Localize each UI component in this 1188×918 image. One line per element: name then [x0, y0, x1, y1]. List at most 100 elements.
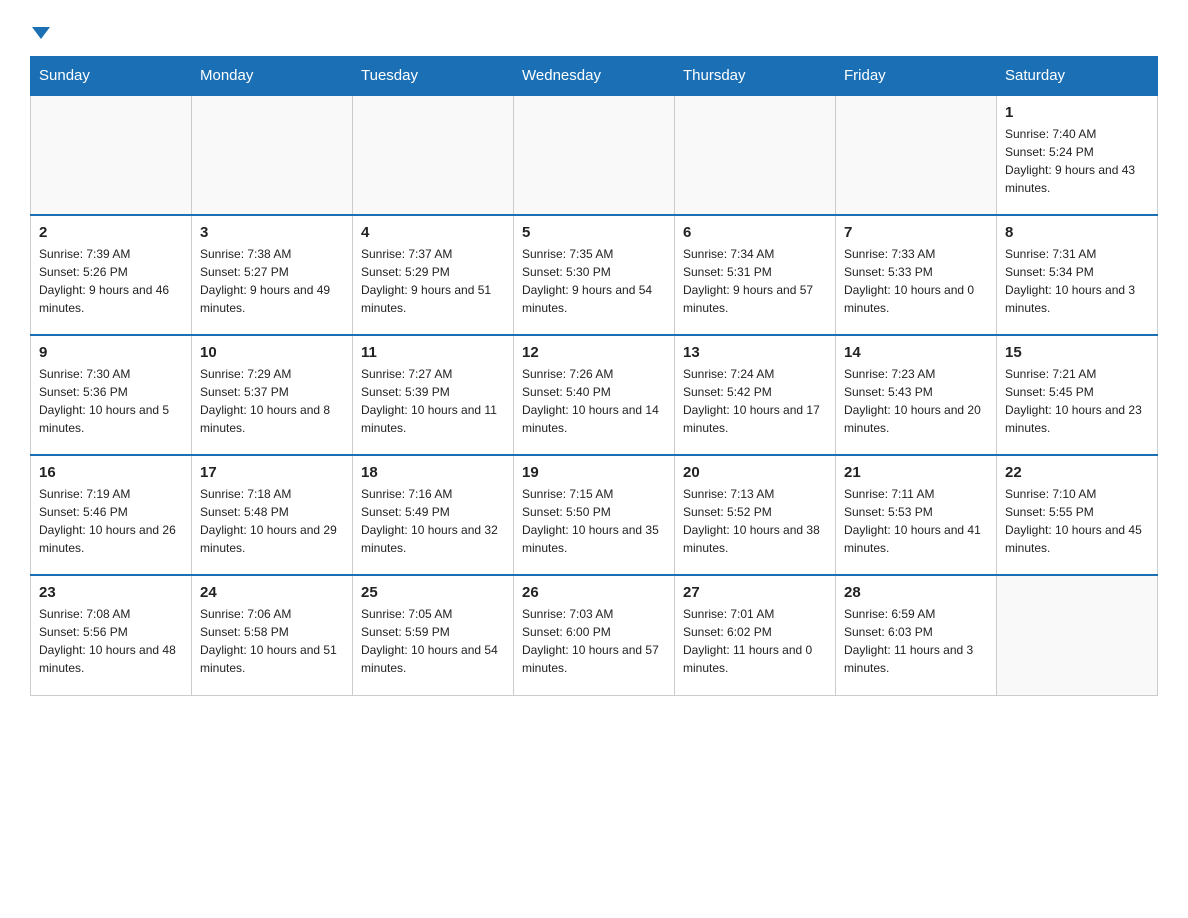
day-info: Sunrise: 7:26 AM Sunset: 5:40 PM Dayligh… — [522, 365, 666, 437]
day-number: 4 — [361, 224, 505, 241]
day-number: 12 — [522, 344, 666, 361]
calendar-header-thursday: Thursday — [675, 57, 836, 96]
day-number: 18 — [361, 464, 505, 481]
day-info: Sunrise: 7:31 AM Sunset: 5:34 PM Dayligh… — [1005, 245, 1149, 317]
calendar-week-row: 16 Sunrise: 7:19 AM Sunset: 5:46 PM Dayli… — [31, 455, 1158, 575]
day-number: 22 — [1005, 464, 1149, 481]
calendar-cell: 24Sunrise: 7:06 AM Sunset: 5:58 PM Dayli… — [192, 575, 353, 695]
calendar-header-row: SundayMondayTuesdayWednesdayThursdayFrid… — [31, 57, 1158, 96]
calendar-cell: 4 Sunrise: 7:37 AM Sunset: 5:29 PM Daylig… — [353, 215, 514, 335]
day-number: 23 — [39, 584, 183, 601]
logo — [30, 20, 50, 46]
day-info: Sunrise: 7:18 AM Sunset: 5:48 PM Dayligh… — [200, 485, 344, 557]
calendar-cell: 12 Sunrise: 7:26 AM Sunset: 5:40 PM Dayli… — [514, 335, 675, 455]
calendar-cell: 16 Sunrise: 7:19 AM Sunset: 5:46 PM Dayli… — [31, 455, 192, 575]
calendar-cell: 19 Sunrise: 7:15 AM Sunset: 5:50 PM Dayli… — [514, 455, 675, 575]
calendar-cell — [997, 575, 1158, 695]
calendar-cell: 28 Sunrise: 6:59 AM Sunset: 6:03 PM Dayli… — [836, 575, 997, 695]
calendar-cell: 5Sunrise: 7:35 AM Sunset: 5:30 PM Daylig… — [514, 215, 675, 335]
day-info: Sunrise: 7:23 AM Sunset: 5:43 PM Dayligh… — [844, 365, 988, 437]
calendar-cell: 23 Sunrise: 7:08 AM Sunset: 5:56 PM Dayli… — [31, 575, 192, 695]
day-number: 27 — [683, 584, 827, 601]
calendar-cell — [192, 95, 353, 215]
day-number: 7 — [844, 224, 988, 241]
calendar-header-friday: Friday — [836, 57, 997, 96]
calendar-cell: 1 Sunrise: 7:40 AM Sunset: 5:24 PM Daylig… — [997, 95, 1158, 215]
day-number: 21 — [844, 464, 988, 481]
calendar-week-row: 2 Sunrise: 7:39 AM Sunset: 5:26 PM Daylig… — [31, 215, 1158, 335]
calendar-header-wednesday: Wednesday — [514, 57, 675, 96]
day-number: 8 — [1005, 224, 1149, 241]
day-number: 17 — [200, 464, 344, 481]
calendar-cell: 10 Sunrise: 7:29 AM Sunset: 5:37 PM Dayli… — [192, 335, 353, 455]
calendar-header-tuesday: Tuesday — [353, 57, 514, 96]
calendar-cell — [353, 95, 514, 215]
calendar-week-row: 23 Sunrise: 7:08 AM Sunset: 5:56 PM Dayli… — [31, 575, 1158, 695]
day-number: 9 — [39, 344, 183, 361]
calendar-week-row: 1 Sunrise: 7:40 AM Sunset: 5:24 PM Daylig… — [31, 95, 1158, 215]
day-info: Sunrise: 7:05 AM Sunset: 5:59 PM Dayligh… — [361, 605, 505, 677]
day-number: 1 — [1005, 104, 1149, 121]
day-info: Sunrise: 6:59 AM Sunset: 6:03 PM Dayligh… — [844, 605, 988, 677]
day-info: Sunrise: 7:24 AM Sunset: 5:42 PM Dayligh… — [683, 365, 827, 437]
day-number: 11 — [361, 344, 505, 361]
day-info: Sunrise: 7:39 AM Sunset: 5:26 PM Dayligh… — [39, 245, 183, 317]
day-number: 3 — [200, 224, 344, 241]
day-info: Sunrise: 7:37 AM Sunset: 5:29 PM Dayligh… — [361, 245, 505, 317]
logo-triangle-icon — [32, 27, 50, 39]
calendar-week-row: 9 Sunrise: 7:30 AM Sunset: 5:36 PM Daylig… — [31, 335, 1158, 455]
day-number: 5 — [522, 224, 666, 241]
calendar-cell — [675, 95, 836, 215]
calendar-cell: 21 Sunrise: 7:11 AM Sunset: 5:53 PM Dayli… — [836, 455, 997, 575]
day-info: Sunrise: 7:03 AM Sunset: 6:00 PM Dayligh… — [522, 605, 666, 677]
calendar-cell: 3 Sunrise: 7:38 AM Sunset: 5:27 PM Daylig… — [192, 215, 353, 335]
calendar-header-sunday: Sunday — [31, 57, 192, 96]
calendar-table: SundayMondayTuesdayWednesdayThursdayFrid… — [30, 56, 1158, 696]
day-info: Sunrise: 7:29 AM Sunset: 5:37 PM Dayligh… — [200, 365, 344, 437]
calendar-cell: 17 Sunrise: 7:18 AM Sunset: 5:48 PM Dayli… — [192, 455, 353, 575]
day-number: 26 — [522, 584, 666, 601]
calendar-cell: 6Sunrise: 7:34 AM Sunset: 5:31 PM Daylig… — [675, 215, 836, 335]
day-info: Sunrise: 7:11 AM Sunset: 5:53 PM Dayligh… — [844, 485, 988, 557]
calendar-cell: 25 Sunrise: 7:05 AM Sunset: 5:59 PM Dayli… — [353, 575, 514, 695]
page-header — [30, 20, 1158, 46]
day-number: 28 — [844, 584, 988, 601]
calendar-cell — [31, 95, 192, 215]
day-info: Sunrise: 7:16 AM Sunset: 5:49 PM Dayligh… — [361, 485, 505, 557]
day-number: 19 — [522, 464, 666, 481]
calendar-cell: 13 Sunrise: 7:24 AM Sunset: 5:42 PM Dayli… — [675, 335, 836, 455]
day-number: 14 — [844, 344, 988, 361]
day-info: Sunrise: 7:10 AM Sunset: 5:55 PM Dayligh… — [1005, 485, 1149, 557]
calendar-cell: 27 Sunrise: 7:01 AM Sunset: 6:02 PM Dayli… — [675, 575, 836, 695]
day-number: 25 — [361, 584, 505, 601]
day-info: Sunrise: 7:01 AM Sunset: 6:02 PM Dayligh… — [683, 605, 827, 677]
day-info: Sunrise: 7:08 AM Sunset: 5:56 PM Dayligh… — [39, 605, 183, 677]
calendar-cell: 8 Sunrise: 7:31 AM Sunset: 5:34 PM Daylig… — [997, 215, 1158, 335]
day-number: 15 — [1005, 344, 1149, 361]
day-number: 24 — [200, 584, 344, 601]
day-number: 2 — [39, 224, 183, 241]
day-info: Sunrise: 7:21 AM Sunset: 5:45 PM Dayligh… — [1005, 365, 1149, 437]
calendar-cell: 14 Sunrise: 7:23 AM Sunset: 5:43 PM Dayli… — [836, 335, 997, 455]
day-info: Sunrise: 7:15 AM Sunset: 5:50 PM Dayligh… — [522, 485, 666, 557]
calendar-header-saturday: Saturday — [997, 57, 1158, 96]
day-number: 10 — [200, 344, 344, 361]
day-info: Sunrise: 7:27 AM Sunset: 5:39 PM Dayligh… — [361, 365, 505, 437]
day-info: Sunrise: 7:34 AM Sunset: 5:31 PM Dayligh… — [683, 245, 827, 317]
calendar-cell: 2 Sunrise: 7:39 AM Sunset: 5:26 PM Daylig… — [31, 215, 192, 335]
calendar-cell: 26 Sunrise: 7:03 AM Sunset: 6:00 PM Dayli… — [514, 575, 675, 695]
day-number: 16 — [39, 464, 183, 481]
day-info: Sunrise: 7:13 AM Sunset: 5:52 PM Dayligh… — [683, 485, 827, 557]
day-info: Sunrise: 7:19 AM Sunset: 5:46 PM Dayligh… — [39, 485, 183, 557]
day-info: Sunrise: 7:38 AM Sunset: 5:27 PM Dayligh… — [200, 245, 344, 317]
day-info: Sunrise: 7:30 AM Sunset: 5:36 PM Dayligh… — [39, 365, 183, 437]
calendar-cell: 7 Sunrise: 7:33 AM Sunset: 5:33 PM Daylig… — [836, 215, 997, 335]
day-info: Sunrise: 7:40 AM Sunset: 5:24 PM Dayligh… — [1005, 125, 1149, 197]
calendar-header-monday: Monday — [192, 57, 353, 96]
calendar-cell: 11 Sunrise: 7:27 AM Sunset: 5:39 PM Dayli… — [353, 335, 514, 455]
day-number: 13 — [683, 344, 827, 361]
calendar-cell — [836, 95, 997, 215]
calendar-cell: 18 Sunrise: 7:16 AM Sunset: 5:49 PM Dayli… — [353, 455, 514, 575]
day-info: Sunrise: 7:33 AM Sunset: 5:33 PM Dayligh… — [844, 245, 988, 317]
calendar-cell: 20Sunrise: 7:13 AM Sunset: 5:52 PM Dayli… — [675, 455, 836, 575]
